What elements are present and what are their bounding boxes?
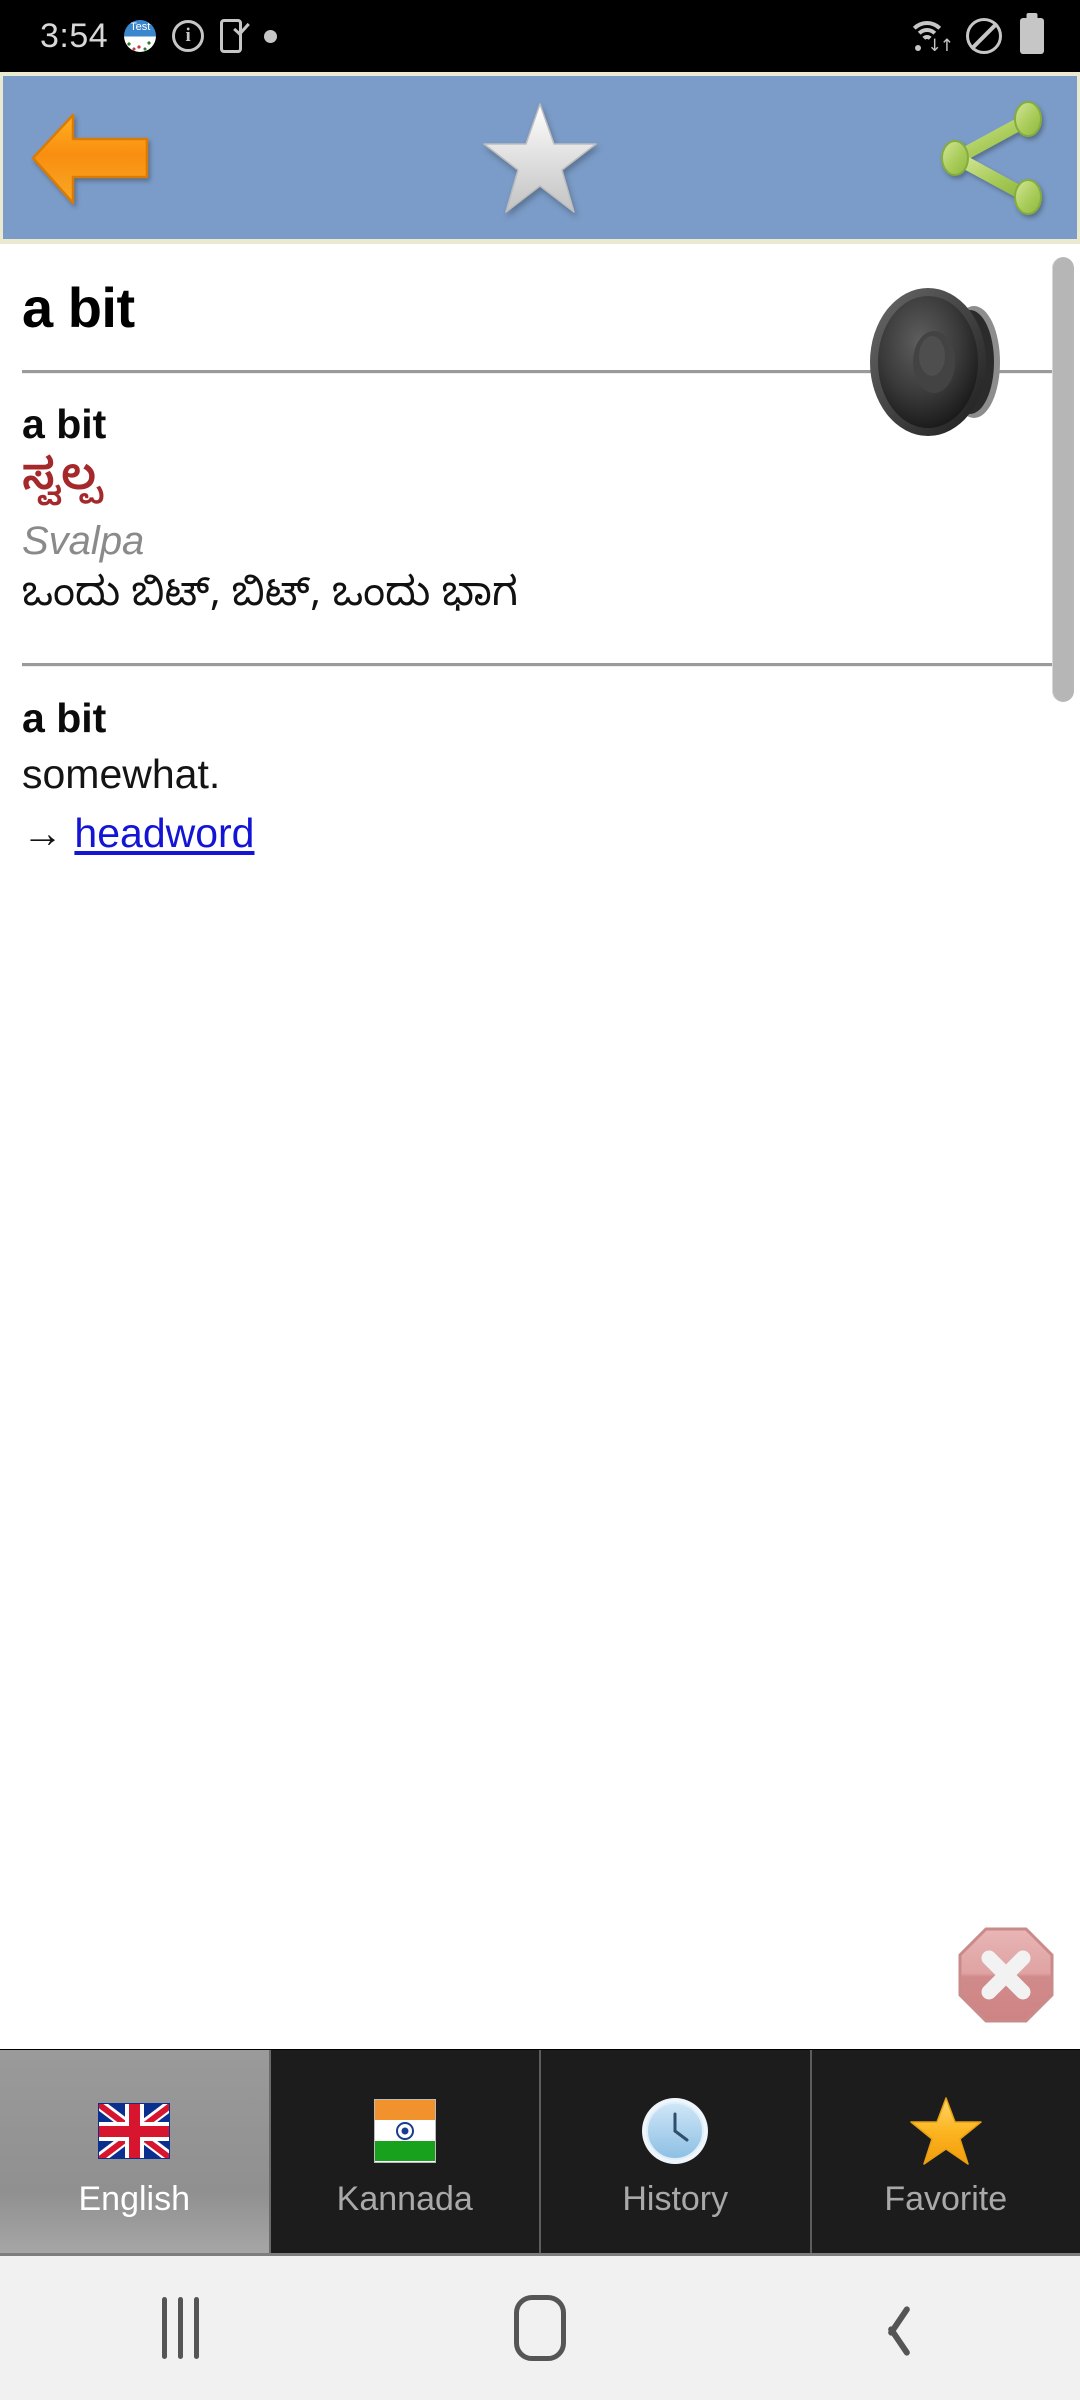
definition-block: a bit somewhat. → headword xyxy=(0,666,1080,860)
back-chevron-icon xyxy=(883,2300,917,2356)
close-button[interactable] xyxy=(956,1925,1056,2025)
test-app-icon: Test xyxy=(124,20,157,52)
entry-transliteration: Svalpa xyxy=(22,519,145,564)
vertical-scrollbar[interactable] xyxy=(1052,257,1074,702)
system-navigation-bar xyxy=(0,2253,1080,2400)
definition-word: a bit xyxy=(22,695,107,742)
notification-dot-icon xyxy=(264,29,278,43)
favorite-toolbar-button[interactable] xyxy=(450,76,630,239)
phone-check-icon xyxy=(220,18,251,53)
phone-screen: 3:54 Test ↓↑ xyxy=(0,0,1080,2400)
back-button[interactable] xyxy=(29,76,209,239)
see-also-row: → headword xyxy=(22,807,1080,860)
star-outline-icon xyxy=(480,98,600,218)
app-toolbar-container xyxy=(0,72,1080,244)
entry-kannada-word: ಸ್ವಲ್ಪ xyxy=(22,453,102,514)
wifi-icon: ↓↑ xyxy=(906,19,954,55)
tab-history-label: History xyxy=(622,2179,729,2218)
app-toolbar xyxy=(3,76,1077,239)
info-circle-icon xyxy=(172,20,205,52)
tab-favorite-label: Favorite xyxy=(884,2179,1008,2218)
uk-flag-icon xyxy=(97,2094,171,2168)
back-nav-button[interactable] xyxy=(825,2256,975,2400)
right-arrow-icon: → xyxy=(22,810,63,857)
tab-kannada[interactable]: Kannada xyxy=(270,2050,541,2253)
status-bar-left: 3:54 Test xyxy=(0,17,906,56)
dictionary-content: a bit a bit ಸ್ವಲ್ಪ Svalpa ಒಂದು ಬಿಟ್, ಬಿಟ… xyxy=(0,249,1080,2049)
headword-link[interactable]: headword xyxy=(74,810,254,856)
home-button[interactable] xyxy=(465,2256,615,2400)
share-icon xyxy=(933,99,1051,217)
share-button[interactable] xyxy=(871,76,1051,239)
recents-button[interactable] xyxy=(105,2256,255,2400)
battery-icon xyxy=(1020,18,1044,54)
bottom-tabbar: English Kannada History Favorite xyxy=(0,2049,1080,2253)
tab-kannada-label: Kannada xyxy=(336,2179,473,2218)
status-bar-clock: 3:54 xyxy=(40,16,109,55)
pronounce-button[interactable] xyxy=(862,282,1022,442)
tab-history[interactable]: History xyxy=(541,2050,812,2253)
speaker-icon xyxy=(870,288,1000,436)
entry-kannada-meanings: ಒಂದು ಬಿಟ್, ಬಿಟ್, ಒಂದು ಭಾಗ xyxy=(22,573,518,628)
tab-english-label: English xyxy=(78,2179,190,2218)
close-icon xyxy=(958,1927,1054,2023)
clock-icon xyxy=(638,2094,712,2168)
home-icon xyxy=(514,2295,566,2361)
status-bar-right: ↓↑ xyxy=(906,18,1080,55)
recents-icon xyxy=(161,2297,199,2359)
tab-english[interactable]: English xyxy=(0,2050,271,2253)
gold-star-icon xyxy=(909,2094,983,2168)
test-app-icon-label: Test xyxy=(130,21,151,33)
definition-gloss: somewhat. xyxy=(22,750,221,797)
back-arrow-icon xyxy=(29,103,157,213)
india-flag-icon xyxy=(368,2094,442,2168)
do-not-disturb-icon xyxy=(966,18,1002,54)
status-bar: 3:54 Test ↓↑ xyxy=(0,0,1080,72)
tab-favorite[interactable]: Favorite xyxy=(811,2050,1080,2253)
